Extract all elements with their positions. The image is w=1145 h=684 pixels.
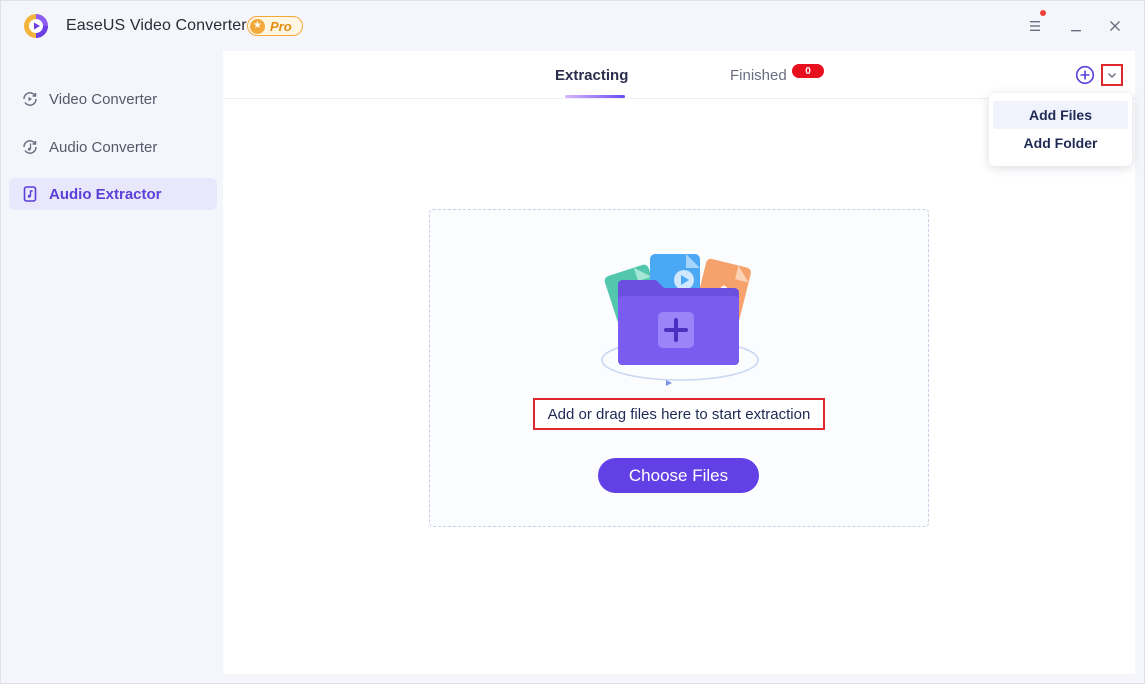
minimize-button[interactable] <box>1066 15 1086 37</box>
close-icon <box>1110 21 1120 31</box>
audio-file-icon <box>21 185 39 203</box>
file-drop-zone[interactable]: Add or drag files here to start extracti… <box>429 209 929 527</box>
folder-add-illustration-icon <box>601 254 759 386</box>
close-button[interactable] <box>1105 15 1125 37</box>
notification-dot <box>1040 10 1046 16</box>
menu-item-add-folder[interactable]: Add Folder <box>993 129 1128 157</box>
finished-count-badge: 0 <box>792 64 824 78</box>
tab-extracting[interactable]: Extracting <box>555 67 628 84</box>
pro-badge[interactable]: ★ Pro <box>247 16 303 36</box>
sidebar: Video Converter Audio Converter Audio Ex… <box>1 51 223 684</box>
choose-files-button[interactable]: Choose Files <box>598 458 759 493</box>
menu-item-add-files[interactable]: Add Files <box>993 101 1128 129</box>
hamburger-menu-icon <box>1030 21 1040 31</box>
chevron-down-icon <box>1108 73 1116 78</box>
sidebar-item-audio-converter[interactable]: Audio Converter <box>9 131 217 163</box>
pro-badge-label: Pro <box>270 18 292 34</box>
title-bar: EaseUS Video Converter ★ Pro <box>1 1 1144 51</box>
star-icon: ★ <box>250 18 265 34</box>
add-dropdown-menu: Add Files Add Folder <box>989 93 1132 166</box>
video-convert-icon <box>21 90 39 108</box>
app-title: EaseUS Video Converter <box>66 17 247 34</box>
app-window: EaseUS Video Converter ★ Pro Video Conve… <box>0 0 1145 684</box>
sidebar-item-label: Audio Converter <box>49 138 158 156</box>
sidebar-item-label: Audio Extractor <box>49 185 162 203</box>
minimize-icon <box>1071 30 1081 32</box>
add-circle-icon[interactable] <box>1075 65 1095 85</box>
sidebar-item-label: Video Converter <box>49 90 158 108</box>
tab-finished[interactable]: Finished <box>730 67 787 84</box>
audio-convert-icon <box>21 138 39 156</box>
drop-hint-text: Add or drag files here to start extracti… <box>533 398 825 430</box>
sidebar-item-audio-extractor[interactable]: Audio Extractor <box>9 178 217 210</box>
active-tab-indicator <box>565 95 625 98</box>
add-dropdown-button[interactable] <box>1101 64 1123 86</box>
sidebar-item-video-converter[interactable]: Video Converter <box>9 83 217 115</box>
tab-bar: Extracting Finished 0 <box>223 51 1135 99</box>
app-logo-icon <box>24 14 48 38</box>
menu-button[interactable] <box>1025 15 1045 37</box>
